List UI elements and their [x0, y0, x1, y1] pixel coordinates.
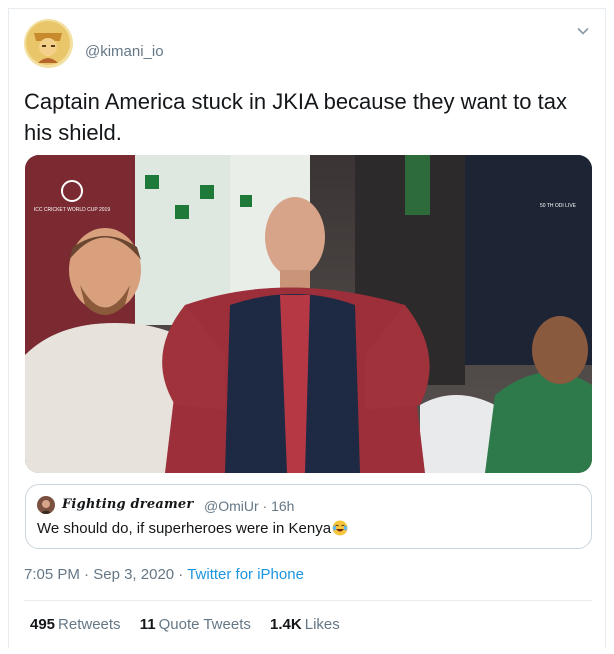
- author-avatar[interactable]: [24, 19, 73, 68]
- retweets-label: Retweets: [58, 616, 121, 633]
- likes-count: 1.4K: [270, 616, 302, 633]
- quote-author-handle[interactable]: @OmiUr: [204, 498, 259, 514]
- quote-text: We should do, if superheroes were in Ken…: [37, 520, 348, 537]
- divider: [24, 600, 592, 601]
- chevron-down-icon[interactable]: [576, 24, 590, 38]
- quote-author-name[interactable]: Fighting dreamer: [62, 497, 193, 512]
- retweets-stat[interactable]: 495 Retweets: [30, 616, 121, 633]
- media-logo-right: 50 TH ODI LIVE: [540, 203, 577, 209]
- tweet-timestamp: 7:05 PM · Sep 3, 2020 · Twitter for iPho…: [24, 566, 304, 583]
- quoted-tweet[interactable]: Fighting dreamer @OmiUr · 16h We should …: [25, 484, 592, 549]
- likes-stat[interactable]: 1.4K Likes: [270, 616, 340, 633]
- tweet-source-link[interactable]: Twitter for iPhone: [187, 566, 304, 583]
- quote-meta: @OmiUr · 16h: [204, 498, 294, 514]
- tweet-stats: 495 Retweets 11 Quote Tweets 1.4K Likes: [30, 616, 355, 633]
- separator-dot: ·: [262, 498, 268, 514]
- separator-dot: ·: [178, 566, 184, 583]
- laughing-tears-emoji-icon: [332, 520, 348, 536]
- quote-tweets-count: 11: [139, 616, 156, 633]
- quote-tweets-stat[interactable]: 11 Quote Tweets: [140, 616, 251, 633]
- tweet-photo[interactable]: ICC CRICKET WORLD CUP 2019 50 TH ODI LIV…: [25, 155, 592, 473]
- quote-tweets-label: Quote Tweets: [158, 616, 251, 633]
- tweet-date[interactable]: Sep 3, 2020: [93, 566, 174, 583]
- author-handle[interactable]: @kimani_io: [85, 43, 164, 60]
- media-logo-left: ICC CRICKET WORLD CUP 2019: [34, 207, 110, 213]
- quote-age[interactable]: 16h: [271, 498, 294, 514]
- retweets-count: 495: [30, 616, 56, 633]
- tweet-time[interactable]: 7:05 PM: [24, 566, 80, 583]
- quote-author-avatar[interactable]: [37, 496, 55, 514]
- quote-text-content: We should do, if superheroes were in Ken…: [37, 520, 332, 537]
- separator-dot: ·: [84, 566, 90, 583]
- tweet-text: Captain America stuck in JKIA because th…: [24, 89, 567, 145]
- likes-label: Likes: [304, 616, 340, 633]
